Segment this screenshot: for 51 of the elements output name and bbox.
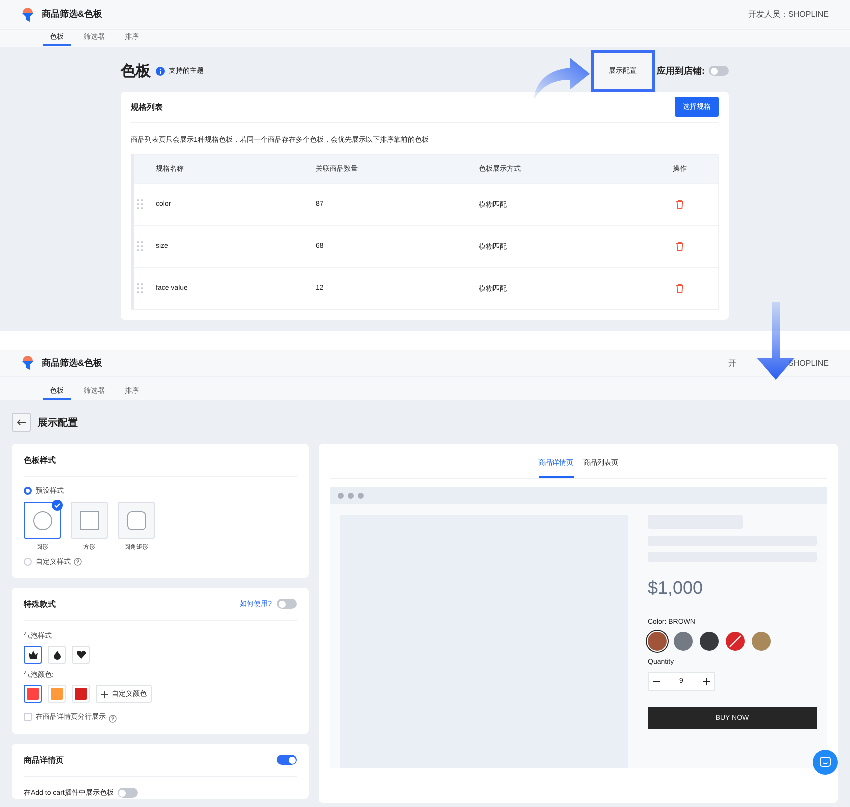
toggle-switch[interactable] — [277, 599, 297, 609]
drag-handle-icon[interactable] — [137, 241, 144, 252]
minus-icon — [653, 678, 660, 685]
rounded-square-icon — [126, 510, 146, 530]
check-badge-icon — [52, 500, 63, 511]
app-title: 商品筛选&色板 — [42, 8, 102, 21]
logo-icon — [21, 355, 35, 371]
developer-label: 开 — [728, 358, 737, 368]
drag-handle-icon[interactable] — [137, 199, 144, 210]
product-price: $1,000 — [648, 578, 704, 599]
trash-icon[interactable] — [676, 200, 684, 209]
help-icon — [74, 558, 82, 566]
back-arrow-icon — [17, 419, 26, 426]
page-title: 色板 — [121, 62, 151, 80]
page-title: 展示配置 — [38, 416, 78, 430]
logo-icon — [21, 6, 35, 22]
help-icon — [109, 714, 117, 722]
back-button[interactable] — [12, 413, 31, 432]
crown-icon — [28, 651, 38, 659]
apply-label: 应用到店铺: — [657, 64, 705, 78]
card-title: 色板样式 — [24, 454, 56, 466]
minus-button[interactable] — [653, 678, 660, 685]
trash-icon[interactable] — [676, 242, 684, 251]
card-title: 特殊款式 — [24, 598, 56, 610]
color-option[interactable] — [24, 685, 42, 703]
color-swatch[interactable] — [752, 632, 771, 651]
app-title: 商品筛选&色板 — [42, 356, 102, 370]
circle-shape-icon — [32, 510, 52, 530]
info-icon — [156, 66, 165, 76]
square-shape-icon — [80, 510, 100, 530]
bubble-style-option[interactable] — [24, 646, 42, 664]
heart-icon — [76, 651, 86, 659]
card-title: 商品详情页 — [24, 754, 64, 766]
color-swatch[interactable] — [648, 632, 667, 651]
chat-icon — [820, 757, 831, 768]
window-dots-icon — [338, 492, 364, 498]
toggle-switch[interactable] — [709, 66, 729, 76]
color-swatch[interactable] — [726, 632, 745, 651]
toggle-switch[interactable] — [277, 755, 297, 765]
shape-option[interactable] — [24, 502, 61, 539]
color-swatch[interactable] — [674, 632, 693, 651]
plus-button[interactable] — [703, 678, 710, 685]
developer-label: SHOPLINE — [788, 358, 829, 368]
toggle-switch[interactable] — [118, 788, 138, 798]
plus-icon — [703, 678, 710, 685]
drag-handle-icon[interactable] — [137, 283, 144, 294]
trash-icon[interactable] — [676, 284, 684, 293]
developer-label: 开发人员：SHOPLINE — [748, 9, 829, 20]
card-title: 规格列表 — [131, 102, 163, 112]
plus-icon — [101, 690, 108, 698]
color-swatch[interactable] — [700, 632, 719, 651]
